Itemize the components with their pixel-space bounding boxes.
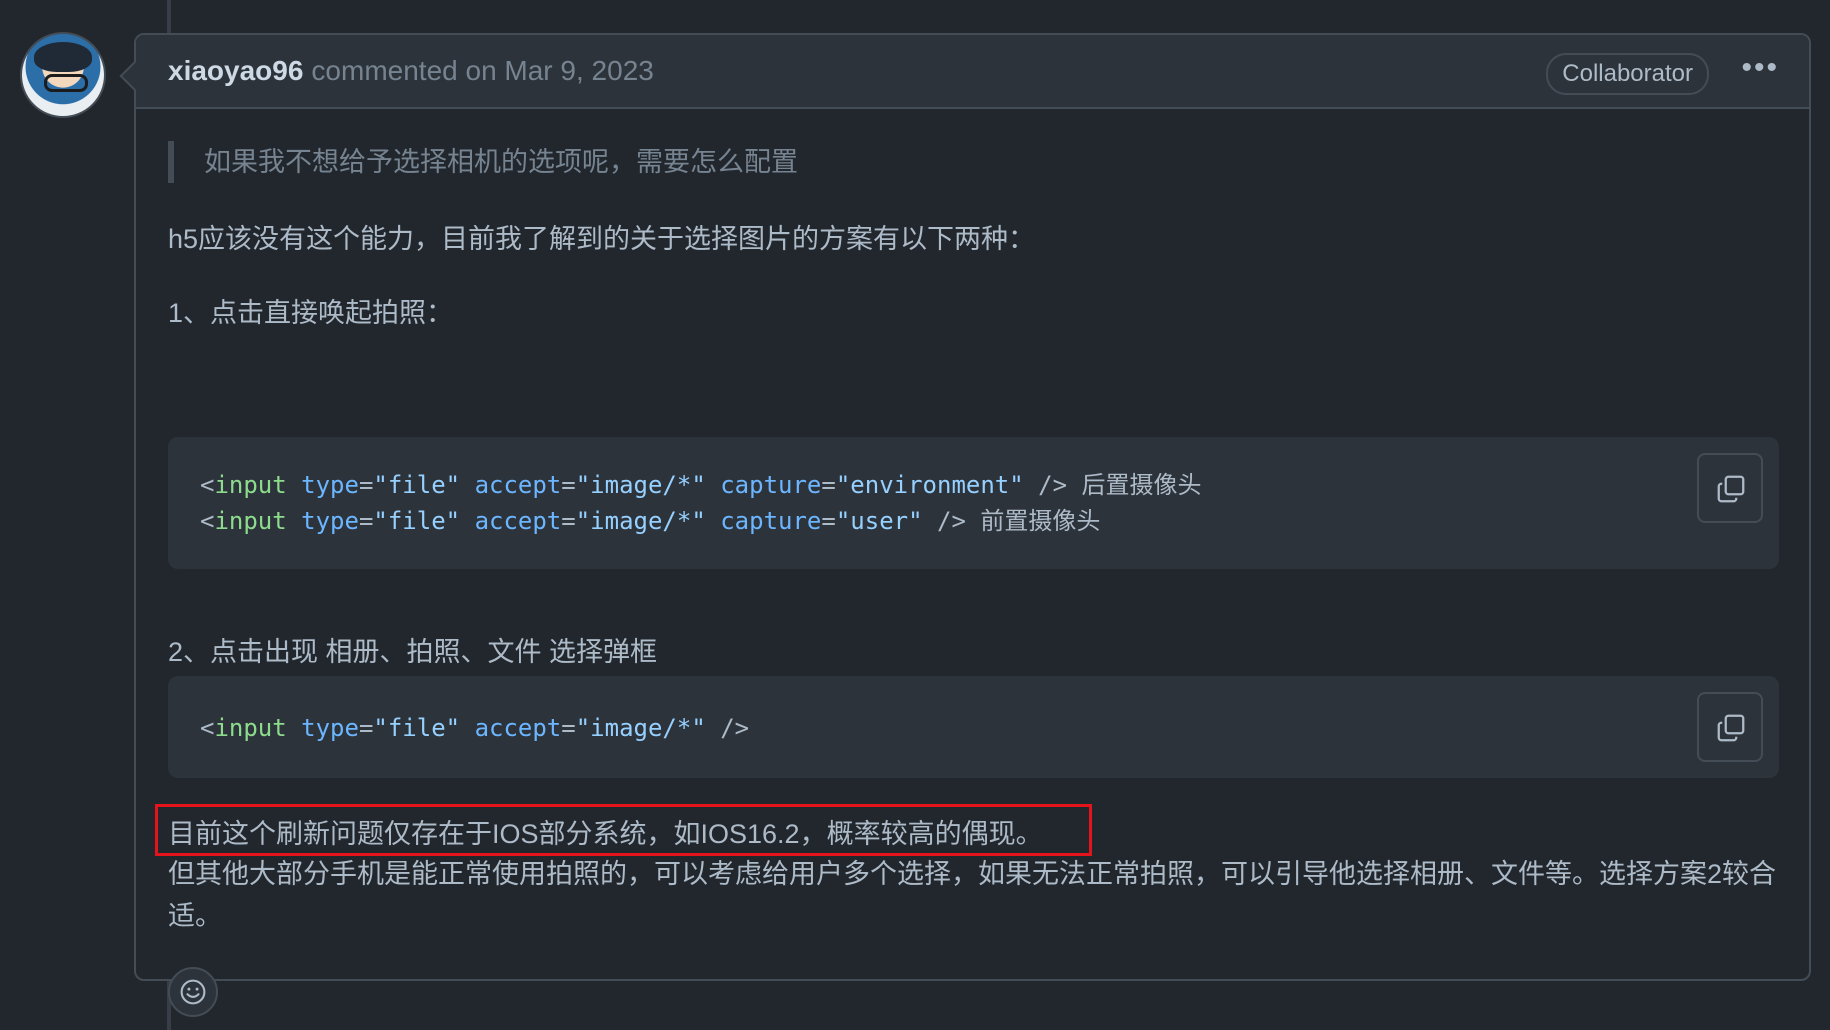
code-comment: 后置摄像头 xyxy=(1067,471,1202,499)
avatar-glasses xyxy=(44,74,88,92)
code-comment: 前置摄像头 xyxy=(965,507,1101,535)
code-attr-name: type xyxy=(301,471,359,499)
code-line: <input type="file" accept="image/*" /> xyxy=(200,714,750,742)
avatar-hair xyxy=(34,42,92,72)
code-tag: input xyxy=(214,471,287,499)
collaborator-badge: Collaborator xyxy=(1546,53,1709,95)
copy-button[interactable] xyxy=(1697,692,1763,762)
comment-timestamp[interactable]: commented on Mar 9, 2023 xyxy=(311,55,653,87)
code-attr-value: file xyxy=(387,507,446,535)
blockquote: 如果我不想给予选择相机的选项呢，需要怎么配置 xyxy=(168,141,798,183)
author-link[interactable]: xiaoyao96 xyxy=(168,55,303,87)
code-attr-value: file xyxy=(387,714,446,742)
code-attr-value: image/* xyxy=(590,471,692,499)
comment-card: xiaoyao96 commented on Mar 9, 2023 Colla… xyxy=(134,33,1811,1017)
avatar[interactable] xyxy=(20,32,106,118)
code-attr-value: file xyxy=(387,471,446,499)
code-attr-value: image/* xyxy=(590,507,692,535)
code-attr-value: image/* xyxy=(590,714,692,742)
code-attr-name: capture xyxy=(720,471,822,499)
comment-header: xiaoyao96 commented on Mar 9, 2023 Colla… xyxy=(136,35,1809,109)
code-attr-name: accept xyxy=(474,507,562,535)
smiley-icon xyxy=(180,979,206,1005)
code-tag: input xyxy=(214,714,287,742)
copy-button[interactable] xyxy=(1697,453,1763,523)
paragraph: 但其他大部分手机是能正常使用拍照的，可以考虑给用户多个选择，如果无法正常拍照，可… xyxy=(168,859,1777,931)
code-attr-name: type xyxy=(301,507,359,535)
copy-icon xyxy=(1717,475,1745,503)
code-block: <input type="file" accept="image/*" /> xyxy=(168,676,1779,778)
copy-icon xyxy=(1717,714,1745,742)
code-attr-value: user xyxy=(850,507,909,535)
paragraph: h5应该没有这个能力，目前我了解到的关于选择图片的方案有以下两种： xyxy=(168,224,1036,254)
code-attr-name: accept xyxy=(474,471,562,499)
code-block: <input type="file" accept="image/*" capt… xyxy=(168,437,1779,569)
more-options-icon[interactable]: ••• xyxy=(1741,51,1779,85)
code-line: <input type="file" accept="image/*" capt… xyxy=(200,507,1101,535)
paragraph: 2、点击出现 相册、拍照、文件 选择弹框 xyxy=(168,637,658,667)
code-attr-name: capture xyxy=(720,507,822,535)
paragraph: 1、点击直接唤起拍照： xyxy=(168,298,454,328)
code-attr-name: type xyxy=(301,714,359,742)
code-attr-value: environment xyxy=(850,471,1010,499)
code-line: <input type="file" accept="image/*" capt… xyxy=(200,471,1202,499)
highlighted-paragraph: 目前这个刷新问题仅存在于IOS部分系统，如IOS16.2，概率较高的偶现。 xyxy=(168,819,1043,849)
add-reaction-button[interactable] xyxy=(168,967,218,1017)
code-attr-name: accept xyxy=(474,714,562,742)
code-tag: input xyxy=(214,507,287,535)
